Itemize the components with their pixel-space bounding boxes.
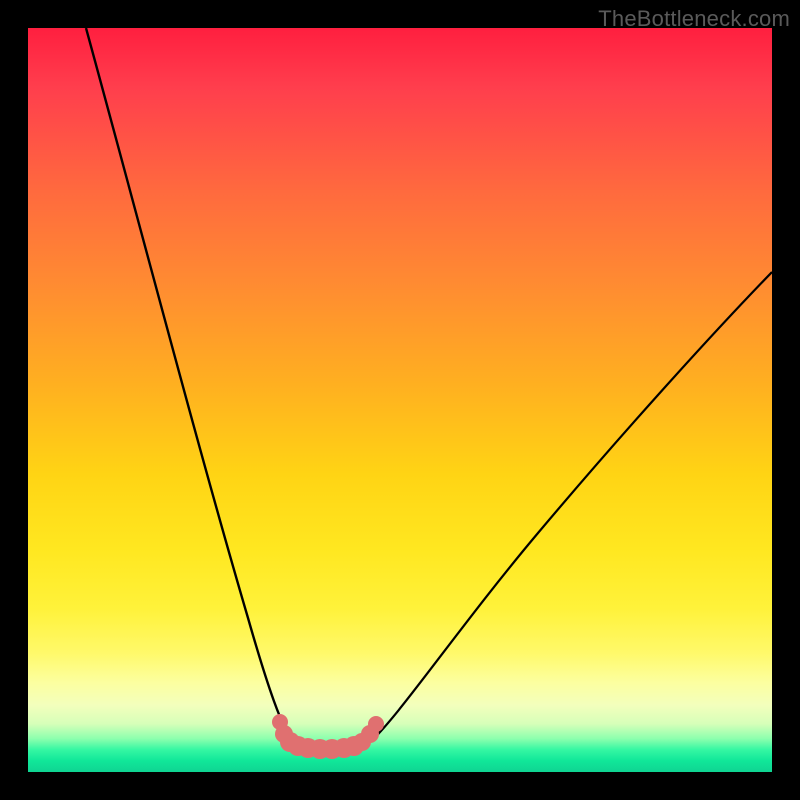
marker-dot [368,716,384,732]
curve-left-branch [86,28,294,744]
curve-layer [28,28,772,772]
chart-frame: TheBottleneck.com [0,0,800,800]
watermark-label: TheBottleneck.com [598,6,790,32]
curve-right-branch [368,272,772,744]
valley-markers [272,714,384,759]
plot-area [28,28,772,772]
